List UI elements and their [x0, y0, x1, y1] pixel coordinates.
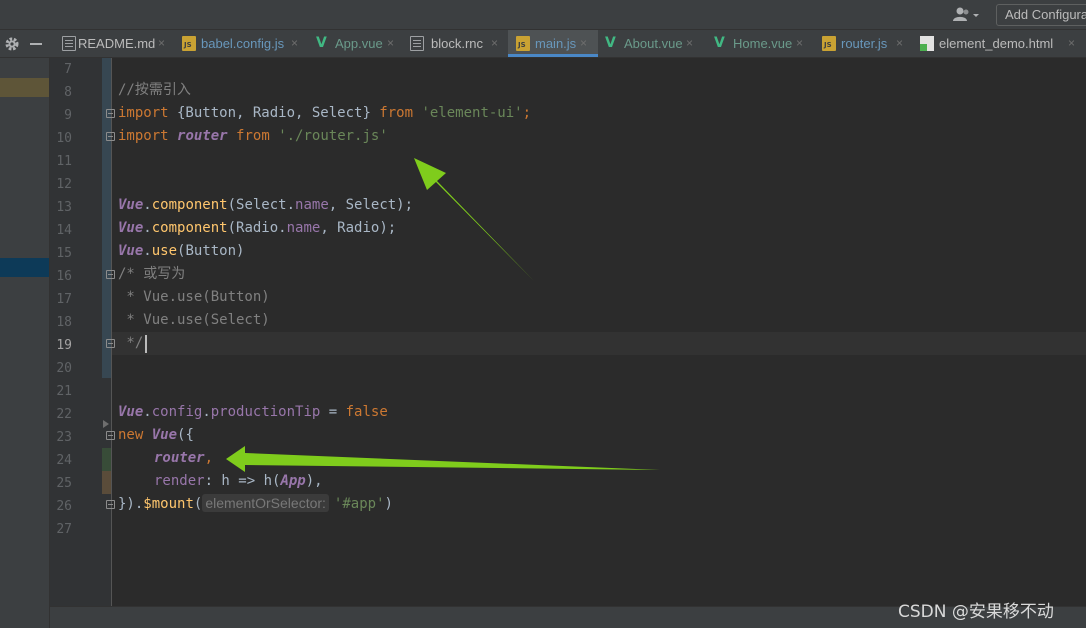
line-number: 25	[56, 476, 72, 491]
line-number: 21	[56, 384, 72, 399]
line-number: 7	[64, 62, 72, 77]
project-tree-selected-row[interactable]	[0, 258, 49, 277]
add-configuration-button[interactable]: Add Configura	[996, 4, 1086, 26]
code-line-23: new Vue({	[118, 427, 194, 443]
vcs-added-marker[interactable]	[102, 448, 111, 471]
parameter-hint: elementOrSelector:	[202, 494, 329, 512]
code-line-14: Vue.component(Radio.name, Radio);	[118, 220, 397, 236]
vue-file-icon: V	[316, 35, 327, 51]
code-line-13: Vue.component(Select.name, Select);	[118, 197, 414, 213]
line-number: 24	[56, 453, 72, 468]
code-line-22: Vue.config.productionTip = false	[118, 404, 388, 420]
line-number: 15	[56, 246, 72, 261]
line-number: 13	[56, 200, 72, 215]
vue-file-icon: V	[605, 35, 616, 51]
code-line-8: //按需引入	[118, 82, 191, 98]
line-number: 23	[56, 430, 72, 445]
text-cursor	[145, 335, 147, 353]
code-line-19: */	[118, 335, 144, 351]
fold-icon[interactable]	[106, 500, 115, 509]
editor-tab-bar: README.md × babel.config.js × V App.vue …	[50, 30, 1086, 58]
line-number: 16	[56, 269, 72, 284]
breakpoint-arrow-icon[interactable]	[103, 420, 109, 428]
close-icon[interactable]: ×	[1068, 30, 1075, 57]
tab-block-rnc[interactable]: block.rnc ×	[406, 30, 506, 57]
line-number: 20	[56, 361, 72, 376]
close-icon[interactable]: ×	[491, 30, 498, 57]
vcs-modified-marker[interactable]	[102, 58, 111, 378]
tab-main-js[interactable]: main.js ×	[508, 30, 598, 57]
project-tool-strip	[0, 30, 50, 58]
line-number: 17	[56, 292, 72, 307]
fold-icon[interactable]	[106, 270, 115, 279]
tab-about-vue[interactable]: V About.vue ×	[602, 30, 700, 57]
code-line-18: * Vue.use(Select)	[118, 312, 270, 328]
code-line-24: router,	[154, 450, 214, 466]
line-number: 27	[56, 522, 72, 537]
code-line-15: Vue.use(Button)	[118, 243, 245, 259]
top-toolbar: Add Configura	[0, 0, 1086, 30]
close-icon[interactable]: ×	[796, 30, 803, 57]
text-file-icon	[410, 36, 424, 51]
fold-icon[interactable]	[106, 109, 115, 118]
tab-element-demo-html[interactable]: element_demo.html ×	[918, 30, 1084, 57]
html-file-icon	[920, 36, 934, 51]
watermark: CSDN @安果移不动	[898, 602, 1054, 622]
js-file-icon	[182, 36, 196, 51]
fold-icon[interactable]	[106, 431, 115, 440]
line-number: 9	[64, 108, 72, 123]
line-number: 14	[56, 223, 72, 238]
line-number: 8	[64, 85, 72, 100]
tab-home-vue[interactable]: V Home.vue ×	[712, 30, 810, 57]
user-dropdown-icon[interactable]	[952, 6, 982, 24]
fold-icon[interactable]	[106, 339, 115, 348]
code-line-16: /* 或写为	[118, 266, 186, 282]
code-line-9: import {Button, Radio, Select} from 'ele…	[118, 105, 532, 121]
tab-babel-config[interactable]: babel.config.js ×	[180, 30, 310, 57]
minimize-icon[interactable]	[30, 43, 42, 45]
close-icon[interactable]: ×	[158, 30, 165, 57]
code-line-10: import router from './router.js'	[118, 128, 388, 144]
line-number: 18	[56, 315, 72, 330]
line-number: 12	[56, 177, 72, 192]
close-icon[interactable]: ×	[896, 30, 903, 57]
project-tree-modified-row[interactable]	[0, 78, 49, 97]
code-line-25: render: h => h(App),	[154, 473, 323, 489]
js-file-icon	[822, 36, 836, 51]
fold-icon[interactable]	[106, 132, 115, 141]
vue-file-icon: V	[714, 35, 725, 51]
code-line-26: }).$mount(elementOrSelector: '#app')	[118, 494, 393, 512]
tab-app-vue[interactable]: V App.vue ×	[314, 30, 402, 57]
close-icon[interactable]: ×	[291, 30, 298, 57]
line-number: 26	[56, 499, 72, 514]
close-icon[interactable]: ×	[686, 30, 693, 57]
close-icon[interactable]: ×	[580, 30, 587, 57]
line-number-current: 19	[56, 338, 72, 353]
js-file-icon	[516, 36, 530, 51]
current-line-highlight	[112, 332, 1086, 355]
gear-icon[interactable]	[4, 36, 20, 52]
project-panel	[0, 58, 50, 628]
tab-readme[interactable]: README.md ×	[60, 30, 176, 57]
line-number: 22	[56, 407, 72, 422]
code-line-17: * Vue.use(Button)	[118, 289, 270, 305]
line-number: 11	[56, 154, 72, 169]
vcs-changed-marker[interactable]	[102, 471, 111, 494]
line-number: 10	[56, 131, 72, 146]
close-icon[interactable]: ×	[387, 30, 394, 57]
tab-router-js[interactable]: router.js ×	[820, 30, 912, 57]
markdown-file-icon	[62, 36, 76, 51]
